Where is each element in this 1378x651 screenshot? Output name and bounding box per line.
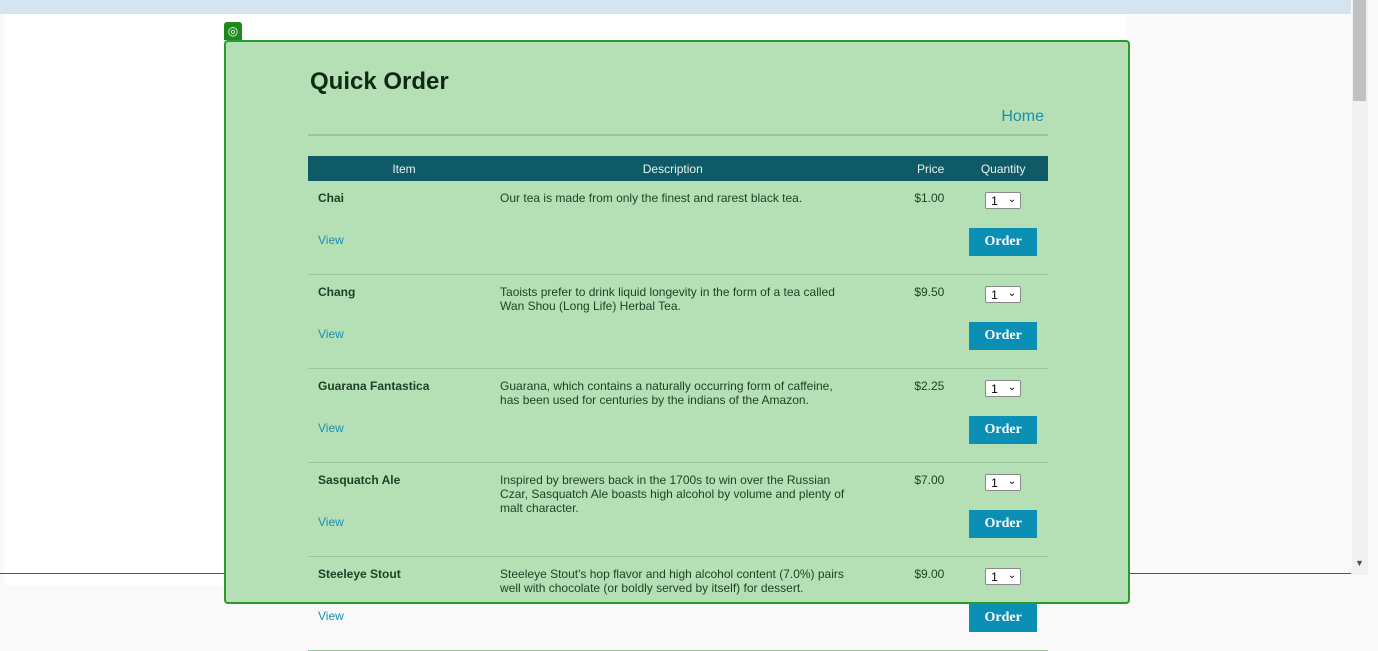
quick-order-panel: Quick Order Home Item Description Price …	[224, 40, 1130, 651]
product-name: Sasquatch Ale	[318, 473, 401, 487]
quantity-cell: 1 ⌄ Order	[958, 181, 1048, 275]
scroll-down-arrow-icon[interactable]: ▼	[1353, 556, 1366, 570]
chevron-down-icon: ⌄	[1007, 288, 1017, 299]
browser-top-bar	[0, 0, 1351, 14]
quantity-cell: 1 ⌄ Order	[958, 368, 1048, 463]
view-link[interactable]: View	[318, 515, 500, 529]
table-row: Chang View Taoists prefer to drink liqui…	[308, 274, 1048, 369]
item-cell: Sasquatch Ale View	[308, 462, 501, 557]
product-price: $9.00	[845, 556, 959, 651]
quantity-value: 1	[991, 570, 998, 584]
table-row: Sasquatch Ale View Inspired by brewers b…	[308, 462, 1048, 557]
table-row: Chai View Our tea is made from only the …	[308, 181, 1048, 275]
item-cell: Guarana Fantastica View	[308, 368, 501, 463]
item-cell: Chai View	[308, 181, 501, 275]
order-button[interactable]: Order	[969, 604, 1038, 632]
view-link[interactable]: View	[318, 421, 500, 435]
quantity-value: 1	[991, 382, 998, 396]
quantity-select[interactable]: 1 ⌄	[985, 286, 1022, 303]
chevron-down-icon: ⌄	[1007, 194, 1017, 205]
item-cell: Steeleye Stout View	[308, 556, 501, 651]
order-button[interactable]: Order	[969, 228, 1038, 256]
product-name: Chai	[318, 191, 345, 205]
quantity-select[interactable]: 1 ⌄	[985, 192, 1022, 209]
quantity-value: 1	[991, 476, 998, 490]
scrollbar-thumb[interactable]	[1353, 0, 1366, 101]
view-link[interactable]: View	[318, 609, 500, 623]
quantity-select[interactable]: 1 ⌄	[985, 474, 1022, 491]
page-title: Quick Order	[310, 68, 449, 95]
target-icon[interactable]: ◎	[224, 22, 242, 40]
home-link[interactable]: Home	[1001, 108, 1044, 126]
product-description: Inspired by brewers back in the 1700s to…	[500, 462, 846, 557]
quantity-cell: 1 ⌄ Order	[958, 462, 1048, 557]
view-link[interactable]: View	[318, 233, 500, 247]
quantity-value: 1	[991, 288, 998, 302]
order-button[interactable]: Order	[969, 416, 1038, 444]
order-button[interactable]: Order	[969, 510, 1038, 538]
quantity-select[interactable]: 1 ⌄	[985, 568, 1022, 585]
view-link[interactable]: View	[318, 327, 500, 341]
chevron-down-icon: ⌄	[1007, 382, 1017, 393]
product-name: Steeleye Stout	[318, 567, 401, 581]
chevron-down-icon: ⌄	[1007, 476, 1017, 487]
product-description: Guarana, which contains a naturally occu…	[500, 368, 846, 463]
product-description: Our tea is made from only the finest and…	[500, 181, 846, 275]
product-description: Taoists prefer to drink liquid longevity…	[500, 274, 846, 369]
quantity-cell: 1 ⌄ Order	[958, 556, 1048, 651]
product-description: Steeleye Stout's hop flavor and high alc…	[500, 556, 846, 651]
table-row: Steeleye Stout View Steeleye Stout's hop…	[308, 556, 1048, 651]
product-name: Chang	[318, 285, 356, 299]
column-header-item: Item	[308, 156, 501, 181]
product-price: $9.50	[845, 274, 959, 369]
product-price: $2.25	[845, 368, 959, 463]
order-button[interactable]: Order	[969, 322, 1038, 350]
quantity-select[interactable]: 1 ⌄	[985, 380, 1022, 397]
quantity-cell: 1 ⌄ Order	[958, 274, 1048, 369]
product-name: Guarana Fantastica	[318, 379, 430, 393]
header-divider	[308, 134, 1048, 136]
table-row: Guarana Fantastica View Guarana, which c…	[308, 368, 1048, 463]
products-table: Item Description Price Quantity Chai Vie…	[308, 156, 1048, 651]
item-cell: Chang View	[308, 274, 501, 369]
column-header-price: Price	[845, 156, 959, 181]
quantity-value: 1	[991, 194, 998, 208]
column-header-quantity: Quantity	[958, 156, 1048, 181]
product-price: $7.00	[845, 462, 959, 557]
product-price: $1.00	[845, 181, 959, 275]
column-header-description: Description	[500, 156, 846, 181]
table-header-row: Item Description Price Quantity	[308, 156, 1048, 181]
chevron-down-icon: ⌄	[1007, 570, 1017, 581]
